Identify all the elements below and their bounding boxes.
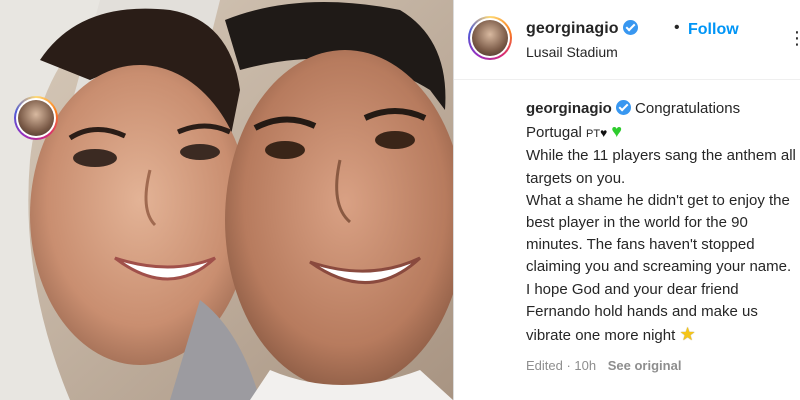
black-heart-icon: ♥ [600, 126, 608, 141]
header-username[interactable]: georginagio [526, 20, 619, 37]
more-options-icon[interactable]: ⋮ [788, 28, 800, 49]
header-username-row[interactable]: georginagio [526, 20, 638, 38]
follow-button[interactable]: Follow [688, 21, 739, 39]
star-icon: ★ [679, 324, 696, 345]
caption-body-2: What a shame he didn't get to enjoy the … [526, 191, 792, 276]
see-original-link[interactable]: See original [608, 358, 682, 373]
flag-text: PT [586, 128, 601, 141]
comment-meta: Edited · 10h See original [526, 358, 681, 373]
caption-body-1: While the 11 players sang the anthem all… [526, 147, 796, 187]
caption-comment: georginagio Congratulations Portugal PT♥… [526, 98, 796, 347]
header-avatar[interactable] [468, 16, 512, 60]
comment-avatar[interactable] [14, 96, 58, 140]
caption-body-3: I hope God and your dear friend Fernando… [526, 280, 758, 345]
verified-badge-icon [622, 20, 638, 35]
couple-selfie-image [0, 0, 453, 400]
green-heart-icon: ♥ [611, 121, 623, 142]
post-photo [0, 0, 453, 400]
header-separator: • [674, 19, 680, 36]
comment-verified-badge-icon [615, 100, 631, 115]
comment-username[interactable]: georginagio [526, 100, 612, 117]
location-link[interactable]: Lusail Stadium [526, 44, 618, 60]
edited-timestamp: Edited · 10h [526, 358, 597, 373]
post-header: georginagio • Follow Lusail Stadium ⋮ [454, 0, 800, 80]
